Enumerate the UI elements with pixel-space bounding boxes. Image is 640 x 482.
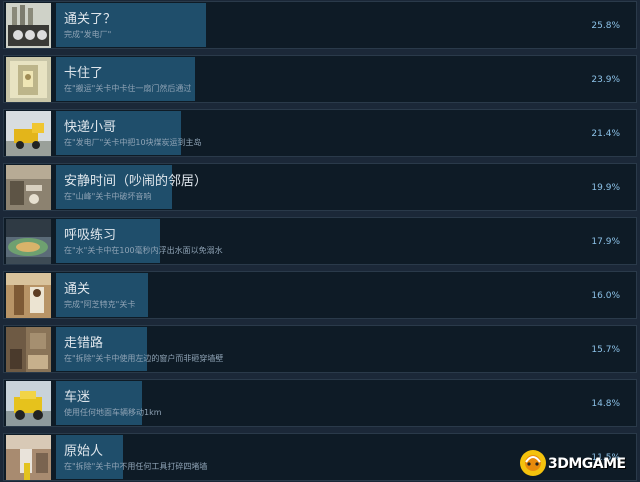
achievement-description: 在"发电厂"关卡中把10块煤炭运到主岛 [64, 138, 202, 147]
achievement-description: 完成"发电厂" [64, 30, 112, 39]
achievement-percentage: 25.8% [591, 21, 620, 31]
achievement-title: 卡住了 [64, 66, 104, 81]
delivery-truck-icon [6, 111, 51, 156]
aztec-icon [6, 273, 51, 318]
achievement-percentage: 15.7% [591, 345, 620, 355]
achievement-percentage: 14.8% [591, 399, 620, 409]
power-plant-icon [6, 3, 51, 48]
achievement-row[interactable]: 通关 完成"阿芝特克"关卡 16.0% [3, 271, 637, 319]
achievement-title: 通关 [64, 282, 91, 297]
achievement-percentage: 21.4% [591, 129, 620, 139]
3dmgame-logo-icon [518, 448, 548, 478]
achievement-description: 在"拆除"关卡中不用任何工具打碎四堵墙 [64, 462, 208, 471]
achievement-percentage: 16.0% [591, 291, 620, 301]
quiet-time-icon [6, 165, 51, 210]
achievement-row[interactable]: 车迷 使用任何地面车辆移动1km 14.8% [3, 379, 637, 427]
achievement-description: 在"水"关卡中在100毫秒内浮出水面以免溺水 [64, 246, 223, 255]
achievement-title: 呼吸练习 [64, 228, 117, 243]
achievement-title: 原始人 [64, 444, 104, 459]
achievement-description: 完成"阿芝特克"关卡 [64, 300, 136, 309]
achievement-description: 使用任何地面车辆移动1km [64, 408, 162, 417]
car-fan-icon [6, 381, 51, 426]
achievement-row[interactable]: 卡住了 在"搬运"关卡中卡住一扇门然后通过 23.9% [3, 55, 637, 103]
achievement-title: 快递小哥 [64, 120, 117, 135]
achievement-row[interactable]: 快递小哥 在"发电厂"关卡中把10块煤炭运到主岛 21.4% [3, 109, 637, 157]
watermark-text: 3DMGAME [548, 456, 626, 472]
watermark: 3DMGAME [518, 446, 636, 480]
achievement-title: 安静时间（吵闹的邻居） [64, 174, 208, 189]
achievement-percentage: 23.9% [591, 75, 620, 85]
achievement-percentage: 19.9% [591, 183, 620, 193]
wrong-way-icon [6, 327, 51, 372]
achievement-description: 在"山峰"关卡中破坏音响 [64, 192, 152, 201]
achievement-row[interactable]: 通关了？ 完成"发电厂" 25.8% [3, 1, 637, 49]
achievement-title: 车迷 [64, 390, 91, 405]
caveman-icon [6, 435, 51, 480]
stuck-door-icon [6, 57, 51, 102]
achievement-row[interactable]: 呼吸练习 在"水"关卡中在100毫秒内浮出水面以免溺水 17.9% [3, 217, 637, 265]
achievement-row[interactable]: 安静时间（吵闹的邻居） 在"山峰"关卡中破坏音响 19.9% [3, 163, 637, 211]
achievement-description: 在"拆除"关卡中使用左边的窗户而非砸穿墙壁 [64, 354, 224, 363]
achievement-title: 通关了？ [64, 12, 117, 27]
achievement-description: 在"搬运"关卡中卡住一扇门然后通过 [64, 84, 192, 93]
breathing-exercise-icon [6, 219, 51, 264]
achievement-title: 走错路 [64, 336, 104, 351]
achievement-percentage: 17.9% [591, 237, 620, 247]
achievement-row[interactable]: 走错路 在"拆除"关卡中使用左边的窗户而非砸穿墙壁 15.7% [3, 325, 637, 373]
